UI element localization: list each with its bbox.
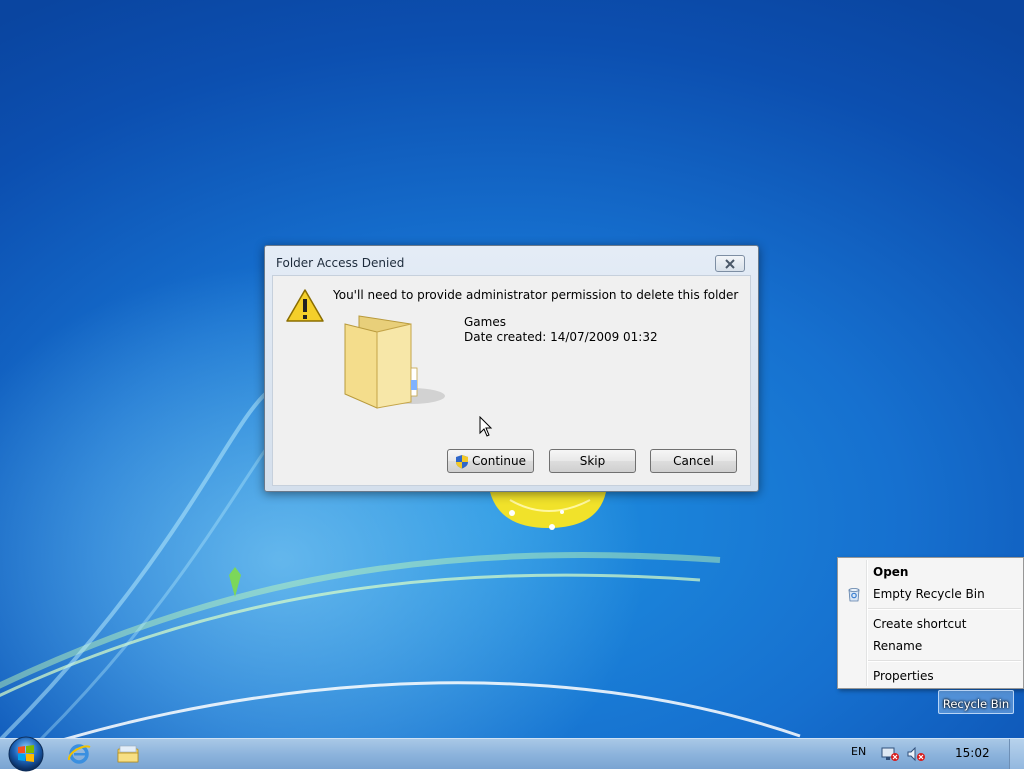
desktop-icon-label: Recycle Bin	[942, 697, 1010, 711]
dialog-titlebar[interactable]: Folder Access Denied	[265, 246, 758, 274]
menu-separator	[868, 608, 1021, 610]
taskbar: EN 15:02	[0, 736, 1024, 772]
menu-item-label: Rename	[873, 639, 923, 653]
menu-item-rename[interactable]: Rename	[840, 635, 1021, 656]
folder-access-denied-dialog: Folder Access Denied You'll need to prov…	[264, 245, 759, 492]
recycle-bin-icon	[848, 588, 860, 602]
dialog-title: Folder Access Denied	[276, 256, 405, 270]
mouse-cursor-icon	[479, 416, 493, 437]
menu-item-empty-recycle-bin[interactable]: Empty Recycle Bin	[840, 583, 1021, 604]
cancel-button[interactable]: Cancel	[650, 449, 737, 473]
menu-item-open[interactable]: Open	[840, 561, 1021, 582]
windows-explorer-icon[interactable]	[116, 743, 140, 765]
uac-shield-icon	[456, 454, 469, 468]
menu-item-label: Properties	[873, 669, 934, 683]
network-disconnected-icon[interactable]	[880, 746, 900, 762]
show-desktop-button[interactable]	[1009, 739, 1024, 769]
dialog-message: You'll need to provide administrator per…	[333, 288, 739, 302]
close-icon	[725, 258, 735, 269]
internet-explorer-icon[interactable]	[66, 742, 92, 766]
volume-muted-icon[interactable]	[906, 746, 926, 762]
continue-button[interactable]: Continue	[447, 449, 534, 473]
menu-item-label: Open	[873, 565, 909, 579]
start-button[interactable]	[7, 735, 45, 773]
folder-date-created: Date created: 14/07/2009 01:32	[464, 330, 658, 344]
dialog-content: You'll need to provide administrator per…	[272, 275, 751, 486]
menu-separator	[868, 660, 1021, 662]
system-clock[interactable]: 15:02	[955, 746, 990, 760]
dialog-close-button[interactable]	[715, 255, 745, 272]
menu-item-properties[interactable]: Properties	[840, 665, 1021, 686]
desktop-icon-recycle-bin[interactable]: Recycle Bin	[938, 690, 1014, 714]
skip-button[interactable]: Skip	[549, 449, 636, 473]
continue-button-label: Continue	[472, 454, 526, 468]
menu-item-label: Create shortcut	[873, 617, 967, 631]
language-indicator[interactable]: EN	[851, 745, 866, 758]
warning-icon	[286, 289, 324, 322]
context-menu: Open Empty Recycle Bin Create shortcut R…	[837, 557, 1024, 689]
menu-item-label: Empty Recycle Bin	[873, 587, 985, 601]
menu-item-create-shortcut[interactable]: Create shortcut	[840, 613, 1021, 634]
folder-name: Games	[464, 315, 506, 329]
folder-icon	[344, 315, 445, 409]
